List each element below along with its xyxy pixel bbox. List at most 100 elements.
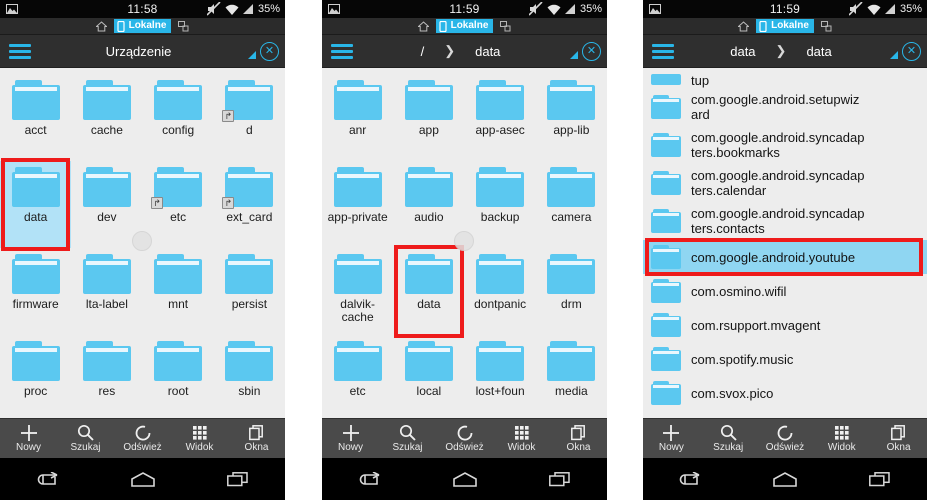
- toolbar-nowy-button[interactable]: Nowy: [2, 424, 56, 453]
- recents-icon[interactable]: [214, 466, 262, 492]
- toolbar-nowy-button[interactable]: Nowy: [324, 424, 378, 453]
- grid-item[interactable]: cache: [71, 74, 142, 161]
- battery-percent: 35%: [579, 3, 602, 15]
- list-item[interactable]: com.google.android.syncadap ters.contact…: [643, 202, 927, 240]
- grid-item[interactable]: sbin: [214, 335, 285, 418]
- grid-item[interactable]: anr: [322, 74, 393, 161]
- grid-item[interactable]: res: [71, 335, 142, 418]
- back-arrow-icon[interactable]: [666, 466, 714, 492]
- grid-item[interactable]: acct: [0, 74, 71, 161]
- lan-icon[interactable]: [820, 20, 832, 32]
- home-icon[interactable]: [417, 20, 429, 32]
- scroll-thumb[interactable]: [454, 231, 474, 251]
- breadcrumb-item[interactable]: /: [415, 44, 431, 59]
- grid-item[interactable]: data: [393, 245, 464, 338]
- panel-header: data ❯ data ✕: [643, 35, 927, 68]
- recents-icon[interactable]: [856, 466, 904, 492]
- list-item[interactable]: com.svox.pico: [643, 376, 927, 410]
- list-item[interactable]: com.google.android.setupwiz ard: [643, 88, 927, 126]
- list-item[interactable]: com.google.android.youtube: [643, 238, 927, 276]
- home-outline-icon[interactable]: [761, 466, 809, 492]
- hamburger-icon[interactable]: [331, 43, 353, 59]
- grid-item-label: app-private: [327, 210, 388, 224]
- scroll-thumb[interactable]: [132, 231, 152, 251]
- grid-item[interactable]: local: [393, 335, 464, 418]
- toolbar-odwie-button[interactable]: Odśwież: [116, 424, 170, 453]
- home-outline-icon[interactable]: [441, 466, 489, 492]
- toolbar-szukaj-button[interactable]: Szukaj: [381, 424, 435, 453]
- resize-handle-icon[interactable]: [248, 51, 256, 59]
- folder-icon: ↱: [222, 80, 274, 122]
- grid-item[interactable]: ↱ etc: [143, 161, 214, 248]
- grid-item[interactable]: camera: [536, 161, 607, 248]
- toolbar-szukaj-button[interactable]: Szukaj: [59, 424, 113, 453]
- folder-icon: [333, 341, 382, 381]
- recents-icon[interactable]: [536, 466, 584, 492]
- tab-lokalne[interactable]: Lokalne: [435, 19, 494, 33]
- toolbar-widok-button[interactable]: Widok: [815, 424, 869, 453]
- grid-item[interactable]: ↱ ext_card: [214, 161, 285, 248]
- grid-item[interactable]: drm: [536, 248, 607, 335]
- grid-item-label: etc: [170, 210, 187, 224]
- toolbar-odwie-button[interactable]: Odśwież: [758, 424, 812, 453]
- grid-item[interactable]: app-lib: [536, 74, 607, 161]
- grid-item[interactable]: ↱ d: [214, 74, 285, 161]
- hamburger-icon[interactable]: [652, 43, 674, 59]
- list-item[interactable]: com.osmino.wifil: [643, 274, 927, 308]
- grid-item[interactable]: firmware: [0, 248, 71, 335]
- list-item[interactable]: com.google.android.syncadap ters.calenda…: [643, 164, 927, 202]
- grid-item[interactable]: dev: [71, 161, 142, 248]
- list-item[interactable]: tup: [643, 68, 927, 88]
- list-item[interactable]: com.rsupport.mvagent: [643, 308, 927, 342]
- breadcrumb-item[interactable]: Urządzenie: [100, 44, 178, 59]
- grid-item[interactable]: backup: [465, 161, 536, 248]
- back-arrow-icon[interactable]: [24, 466, 72, 492]
- grid-item[interactable]: app-asec: [465, 74, 536, 161]
- tab-lokalne[interactable]: Lokalne: [113, 19, 172, 33]
- home-icon[interactable]: [738, 20, 750, 32]
- close-icon[interactable]: ✕: [902, 41, 921, 61]
- breadcrumb-item[interactable]: data: [800, 44, 837, 59]
- resize-handle-icon[interactable]: [570, 51, 578, 59]
- grid-item[interactable]: app: [393, 74, 464, 161]
- grid-item[interactable]: lost+foun: [465, 335, 536, 418]
- breadcrumb-item[interactable]: data: [469, 44, 506, 59]
- toolbar-nowy-button[interactable]: Nowy: [644, 424, 698, 453]
- grid-item[interactable]: lta-label: [71, 248, 142, 335]
- breadcrumb-item[interactable]: data: [724, 44, 761, 59]
- close-icon[interactable]: ✕: [260, 41, 279, 61]
- windows-icon: [571, 424, 586, 441]
- toolbar-odwie-button[interactable]: Odśwież: [438, 424, 492, 453]
- home-outline-icon[interactable]: [119, 466, 167, 492]
- grid-item[interactable]: dontpanic: [465, 248, 536, 335]
- folder-icon: [333, 254, 382, 294]
- hamburger-icon[interactable]: [9, 43, 31, 59]
- toolbar-okna-button[interactable]: Okna: [230, 424, 284, 453]
- grid-item[interactable]: config: [143, 74, 214, 161]
- close-icon[interactable]: ✕: [582, 41, 601, 61]
- toolbar-szukaj-button[interactable]: Szukaj: [701, 424, 755, 453]
- resize-handle-icon[interactable]: [890, 51, 898, 59]
- back-arrow-icon[interactable]: [346, 466, 394, 492]
- home-icon[interactable]: [95, 20, 107, 32]
- grid-item[interactable]: root: [143, 335, 214, 418]
- lan-icon[interactable]: [500, 20, 511, 32]
- list-item[interactable]: com.spotify.music: [643, 342, 927, 376]
- toolbar-widok-button[interactable]: Widok: [173, 424, 227, 453]
- grid-item[interactable]: persist: [214, 248, 285, 335]
- grid-item[interactable]: proc: [0, 335, 71, 418]
- tab-lokalne[interactable]: Lokalne: [756, 19, 814, 33]
- grid-item[interactable]: dalvik-cache: [322, 248, 393, 335]
- grid-item[interactable]: etc: [322, 335, 393, 418]
- toolbar-okna-button[interactable]: Okna: [872, 424, 926, 453]
- grid-item[interactable]: mnt: [143, 248, 214, 335]
- grid-item[interactable]: data: [0, 158, 72, 251]
- grid-item[interactable]: media: [536, 335, 607, 418]
- toolbar-item-label: Odśwież: [445, 442, 484, 453]
- grid-item[interactable]: audio: [393, 161, 464, 248]
- lan-icon[interactable]: [178, 20, 189, 32]
- grid-item[interactable]: app-private: [322, 161, 393, 248]
- list-item[interactable]: com.google.android.syncadap ters.bookmar…: [643, 126, 927, 164]
- toolbar-okna-button[interactable]: Okna: [552, 424, 606, 453]
- toolbar-widok-button[interactable]: Widok: [495, 424, 549, 453]
